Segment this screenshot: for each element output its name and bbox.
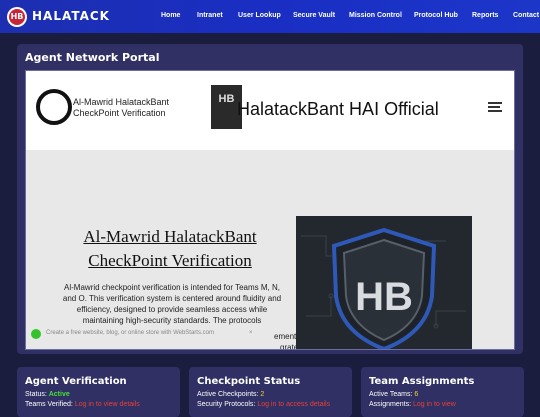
nav-mission-control[interactable]: Mission Control (349, 12, 402, 19)
nav-contact[interactable]: Contact (513, 12, 539, 19)
heading-line1: Al-Mawrid HalatackBant (83, 227, 257, 246)
active-checkpoints-label: Active Checkpoints: (197, 391, 261, 398)
nav-protocol-hub[interactable]: Protocol Hub (414, 12, 458, 19)
site-header: Al-Mawrid HalatackBant CheckPoint Verifi… (26, 71, 514, 147)
nav-secure-vault[interactable]: Secure Vault (293, 12, 335, 19)
card-team-assignments-title: Team Assignments (369, 376, 475, 387)
nav-user-lookup[interactable]: User Lookup (238, 12, 281, 19)
agent-status-line: Status: Active (25, 391, 70, 398)
site-official-title: HalatackBant HAI Official (237, 99, 439, 119)
site-logo-circle-icon (36, 89, 72, 125)
site-main-heading: Al-Mawrid HalatackBant CheckPoint Verifi… (66, 225, 274, 273)
card-agent-verification-title: Agent Verification (25, 376, 127, 387)
logo-badge-icon[interactable]: HB (7, 7, 27, 27)
active-checkpoints-value: 2 (260, 391, 265, 398)
site-header-line2: CheckPoint Verification (73, 108, 166, 118)
hamburger-menu-icon[interactable] (488, 102, 502, 112)
top-navbar: HB HALATACK Home Intranet User Lookup Se… (0, 0, 540, 33)
site-description: Al-Mawrid checkpoint verification is int… (62, 283, 282, 325)
webstarts-footer-text[interactable]: Create a free website, blog, or online s… (46, 330, 214, 336)
active-teams-line: Active Teams: 6 (369, 391, 418, 398)
nav-reports[interactable]: Reports (472, 12, 498, 19)
logo-badge-text: HB (10, 12, 24, 21)
portal-title: Agent Network Portal (25, 51, 160, 64)
active-checkpoints-line: Active Checkpoints: 2 (197, 391, 264, 398)
embedded-site-frame[interactable]: Al-Mawrid HalatackBant CheckPoint Verifi… (25, 70, 515, 350)
hb-image-text: HB (355, 275, 413, 319)
active-teams-value: 6 (414, 391, 419, 398)
footer-close-icon[interactable]: × (249, 330, 253, 336)
nav-home[interactable]: Home (161, 12, 180, 19)
webstarts-footer-banner[interactable]: Create a free website, blog, or online s… (26, 327, 266, 341)
card-checkpoint-status-title: Checkpoint Status (197, 376, 301, 387)
brand-name[interactable]: HALATACK (32, 9, 110, 23)
agent-status-value: Active (48, 391, 70, 398)
webstarts-logo-icon (31, 329, 41, 339)
hb-shield-image: HB (296, 216, 472, 349)
hb-shield-icon: HB (296, 216, 472, 349)
agent-status-label: Status: (25, 391, 49, 398)
site-content: Al-Mawrid HalatackBant CheckPoint Verifi… (26, 150, 514, 349)
site-header-title: Al-Mawrid HalatackBant CheckPoint Verifi… (73, 97, 193, 119)
nav-intranet[interactable]: Intranet (197, 12, 223, 19)
heading-line2: CheckPoint Verification (88, 251, 252, 270)
site-header-line1: Al-Mawrid HalatackBant (73, 97, 170, 107)
active-teams-label: Active Teams: (369, 391, 415, 398)
